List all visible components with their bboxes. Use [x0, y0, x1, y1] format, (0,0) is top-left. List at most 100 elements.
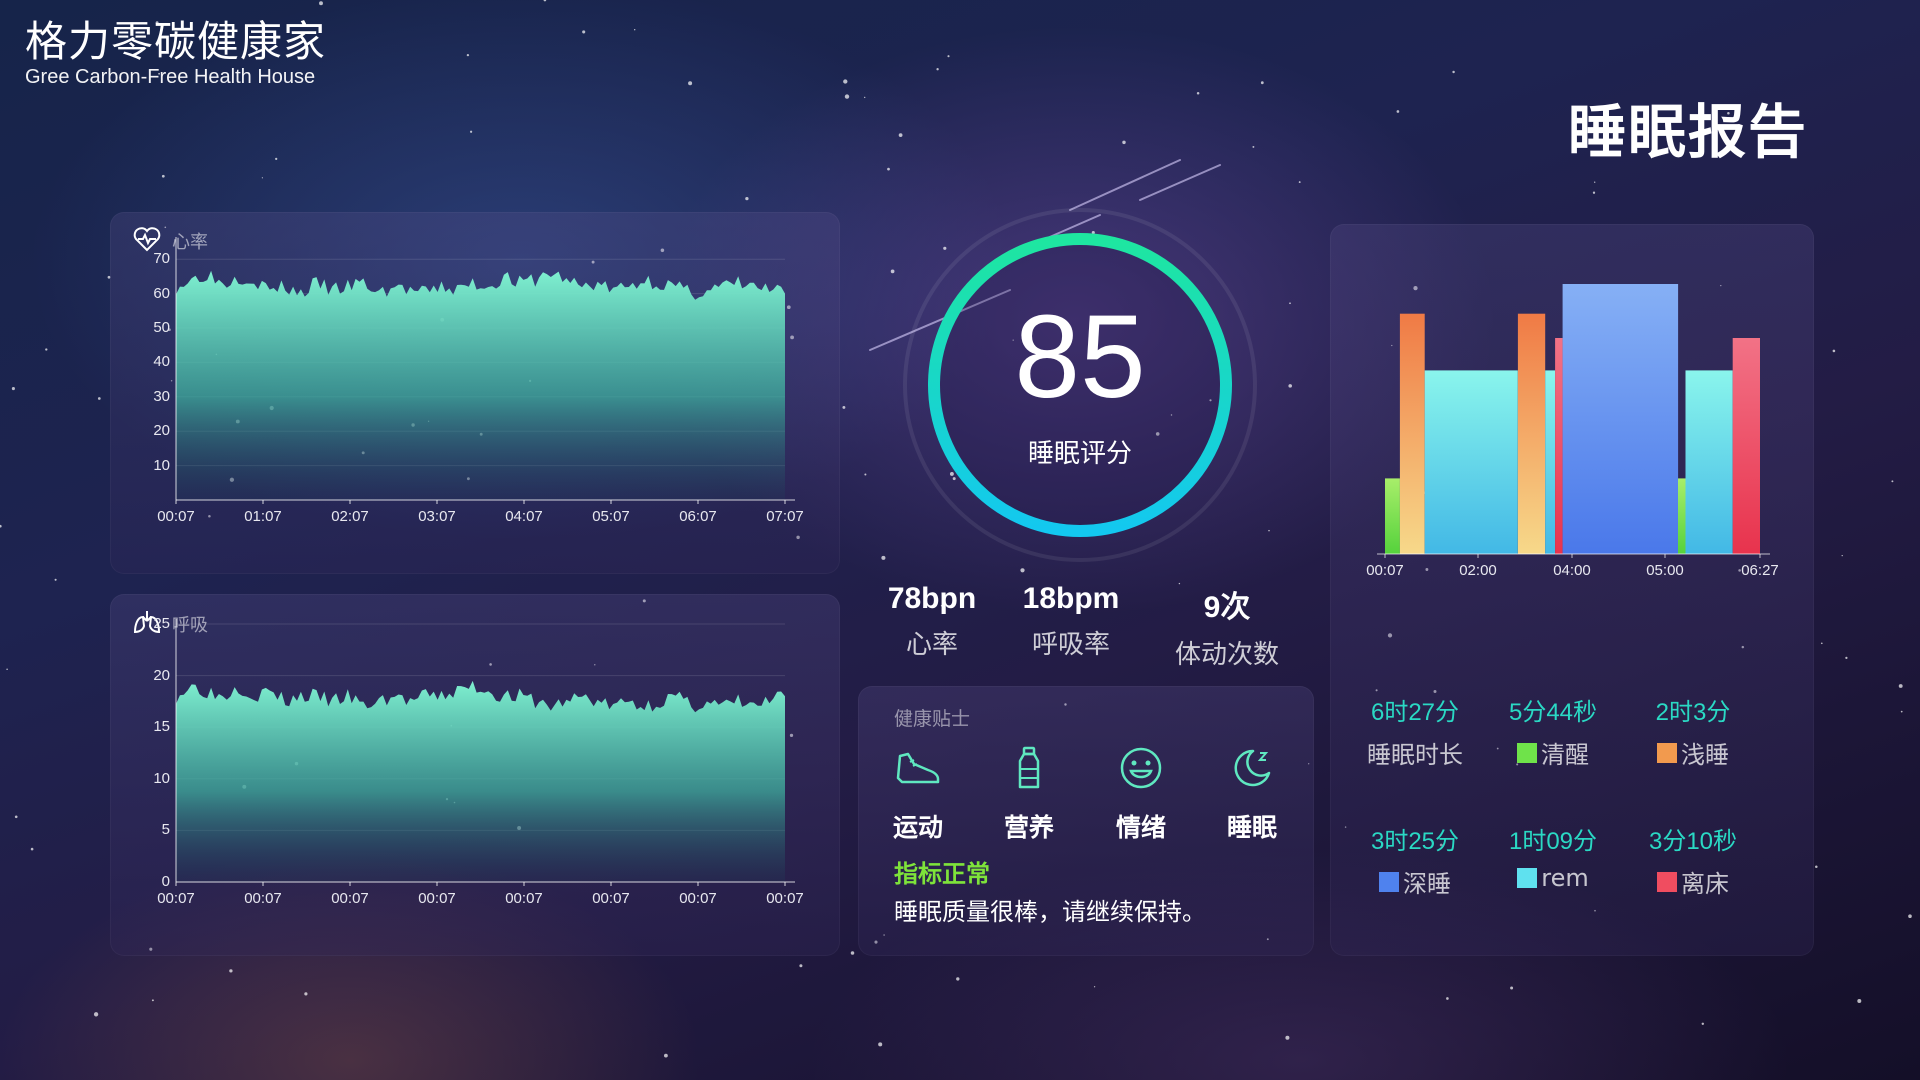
tips-status: 指标正常 [894, 860, 990, 888]
stages-x-tick: 06:27 [1741, 562, 1779, 579]
breath-y-tick: 15 [153, 718, 170, 736]
heart-rate-x-tick: 03:07 [418, 508, 456, 525]
breath-x-tick: 00:07 [766, 890, 804, 907]
legend-deep-sleep-value: 3时25分 [1370, 828, 1460, 855]
health-tips-title: 健康贴士 [894, 708, 971, 730]
heart-rate-x-tick: 07:07 [766, 508, 804, 525]
sleep-stages-chart [1377, 284, 1770, 558]
sneaker-icon [896, 752, 940, 784]
legend-out-of-bed-label: 离床 [1681, 870, 1729, 898]
legend-sleep-duration-label: 睡眠时长 [1367, 741, 1463, 769]
breath-chart [175, 619, 795, 886]
stage-bar-清醒 [1678, 478, 1686, 554]
stage-bar-离床 [1555, 338, 1563, 554]
tip-sleep[interactable]: 睡眠 [1207, 744, 1297, 844]
legend-out-of-bed-swatch [1657, 871, 1677, 892]
stage-bar-浅睡 [1517, 313, 1546, 554]
heart-rate-x-tick: 05:07 [592, 508, 630, 525]
sleep-score-ring: 85 睡眠评分 [900, 205, 1260, 565]
stat-movement: 9次 体动次数 [1137, 582, 1317, 671]
stat-breath-rate-label: 呼吸率 [1031, 630, 1110, 660]
legend-deep-sleep-swatch [1379, 871, 1399, 892]
legend-awake-label: 清醒 [1541, 741, 1589, 769]
tip-exercise[interactable]: 运动 [873, 744, 963, 844]
stage-bar-清醒 [1385, 478, 1400, 554]
moon-zz-icon [1234, 749, 1271, 787]
breath-area [176, 680, 785, 882]
legend-light-sleep-swatch [1657, 742, 1677, 763]
breath-panel: 呼吸 25 20 15 10 5 0 00:07 00:07 00:07 00:07 00:07 00… [110, 594, 840, 956]
heart-rate-y-tick: 70 [153, 250, 170, 268]
heart-rate-x-tick: 02:07 [331, 508, 369, 525]
heart-rate-area [176, 270, 785, 500]
heart-rate-panel: 心率 70 60 50 40 30 20 10 00:07 01:07 02:07 03:07 04:… [110, 212, 840, 574]
tip-nutrition-label: 营养 [1003, 813, 1054, 842]
stage-bar-浅睡 [1399, 313, 1425, 554]
tip-nutrition[interactable]: 营养 [984, 744, 1074, 844]
sleep-score-value: 85 [1014, 291, 1146, 423]
legend-light-sleep-value: 2时3分 [1655, 699, 1731, 726]
sleep-score-label: 睡眠评分 [1027, 439, 1132, 469]
smile-icon [1120, 747, 1162, 789]
tip-mood[interactable]: 情绪 [1096, 744, 1186, 844]
legend-deep-sleep-label: 深睡 [1403, 870, 1451, 898]
stat-movement-label: 体动次数 [1174, 640, 1279, 670]
stages-x-tick: 00:07 [1366, 562, 1404, 579]
stages-x-tick: 05:00 [1646, 562, 1684, 579]
heart-rate-x-tick: 01:07 [244, 508, 282, 525]
breath-x-tick: 00:07 [505, 890, 543, 907]
stages-x-tick: 04:00 [1553, 562, 1591, 579]
stat-movement-value: 9次 [1203, 591, 1251, 624]
heart-rate-x-tick: 04:07 [505, 508, 543, 525]
stat-breath-rate: 18bpm 呼吸率 [981, 582, 1161, 661]
brand-title-en: Gree Carbon-Free Health House [25, 66, 316, 88]
breath-x-tick: 00:07 [331, 890, 369, 907]
stage-bar-深睡 [1562, 284, 1679, 554]
breath-y-tick: 20 [153, 666, 170, 684]
legend-awake-value: 5分44秒 [1508, 699, 1598, 726]
tip-mood-label: 情绪 [1115, 813, 1166, 842]
heart-rate-y-tick: 30 [153, 387, 170, 405]
legend-sleep-duration-value: 6时27分 [1370, 699, 1460, 726]
breath-y-tick: 10 [153, 769, 170, 787]
stage-bar-rem [1424, 370, 1518, 554]
sleep-stages-panel: 00:07 02:00 04:00 05:00 06:27 6时27分 睡眠时长 5分4… [1330, 224, 1814, 956]
stat-breath-rate-value: 18bpm [1022, 582, 1120, 615]
legend-rem-value: 1时09分 [1508, 828, 1598, 855]
brand-title-cn: 格力零碳健康家 [25, 17, 327, 66]
stages-x-tick: 02:00 [1459, 562, 1497, 579]
heart-rate-y-tick: 40 [153, 353, 170, 371]
tip-sleep-label: 睡眠 [1226, 813, 1277, 842]
tip-exercise-label: 运动 [892, 813, 943, 842]
heart-rate-x-tick: 06:07 [679, 508, 717, 525]
breath-x-tick: 00:07 [418, 890, 456, 907]
stage-bar-rem [1685, 370, 1733, 554]
legend-deep-sleep: 3时25分 深睡 [1340, 821, 1490, 899]
tips-message: 睡眠质量很棒，请继续保持。 [894, 898, 1206, 926]
page-title: 睡眠报告 [1567, 98, 1808, 166]
breath-x-tick: 00:07 [679, 890, 717, 907]
legend-light-sleep-label: 浅睡 [1681, 741, 1729, 769]
legend-rem-swatch [1517, 868, 1538, 888]
health-tips-panel: 健康贴士 运动 营养 情绪 睡眠 指标正常 睡眠质量很棒，请继续保持。 [858, 686, 1314, 956]
heart-rate-y-tick: 50 [153, 319, 170, 336]
legend-awake-swatch [1517, 742, 1537, 763]
stage-bar-rem [1545, 370, 1556, 554]
breath-x-tick: 00:07 [157, 890, 195, 907]
breath-y-tick: 0 [161, 873, 170, 890]
heart-rate-chart [175, 237, 795, 504]
breath-y-tick: 25 [153, 615, 170, 632]
bottle-icon [1018, 746, 1040, 789]
legend-rem-label: rem [1541, 864, 1589, 892]
heart-rate-x-tick: 00:07 [157, 508, 195, 525]
breath-y-tick: 5 [161, 821, 170, 839]
legend-out-of-bed: 3分10秒 离床 [1618, 821, 1768, 899]
legend-sleep-duration: 6时27分 睡眠时长 [1340, 692, 1490, 770]
legend-rem: 1时09分 rem [1478, 821, 1628, 892]
brand-logo: 格力零碳健康家 Gree Carbon-Free Health House [25, 17, 327, 89]
breath-x-tick: 00:07 [592, 890, 630, 907]
heart-rate-y-tick: 10 [153, 456, 170, 474]
heart-rate-y-tick: 20 [153, 422, 170, 440]
stage-bar-离床 [1732, 338, 1760, 554]
legend-awake: 5分44秒 清醒 [1478, 692, 1628, 770]
